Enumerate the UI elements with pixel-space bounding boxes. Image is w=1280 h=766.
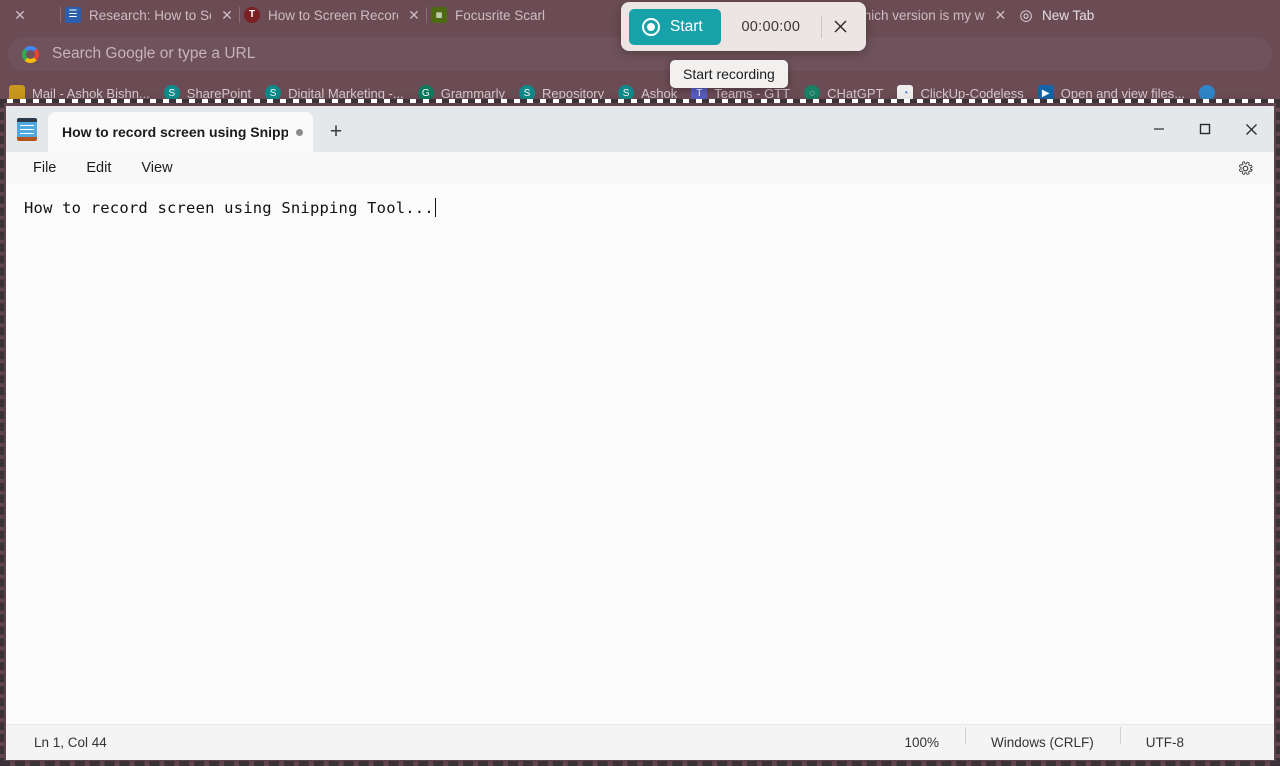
docs-icon: ☰: [65, 7, 81, 23]
start-button-label: Start: [670, 17, 703, 35]
notepad-status-bar: Ln 1, Col 44 100% Windows (CRLF) UTF-8: [6, 724, 1274, 760]
maximize-button[interactable]: [1182, 106, 1228, 152]
notepad-text-area[interactable]: How to record screen using Snipping Tool…: [6, 184, 1274, 725]
notepad-tab-title: How to record screen using Snippi: [62, 124, 288, 140]
menu-edit[interactable]: Edit: [73, 156, 124, 180]
text-caret: [434, 198, 437, 217]
start-recording-button[interactable]: Start: [629, 8, 721, 45]
window-controls: [1136, 106, 1274, 152]
tab-close-icon[interactable]: ✕: [993, 7, 1009, 23]
record-dot-icon: [642, 17, 660, 36]
status-cursor-position: Ln 1, Col 44: [34, 735, 107, 750]
browser-tab[interactable]: ✕: [0, 0, 60, 30]
status-right-group: 100% Windows (CRLF) UTF-8: [878, 727, 1274, 750]
gear-icon[interactable]: [1226, 152, 1264, 184]
notepad-title-bar: How to record screen using Snippi +: [6, 106, 1274, 152]
menu-view[interactable]: View: [128, 156, 185, 180]
notepad-window: How to record screen using Snippi + File…: [6, 106, 1274, 760]
tab-close-icon[interactable]: ✕: [12, 7, 28, 23]
snip-selection-border-top: [0, 99, 1280, 103]
minimize-button[interactable]: [1136, 106, 1182, 152]
chrome-icon: ◎: [1019, 7, 1033, 23]
tab-label: How to Screen Record: [268, 7, 398, 23]
browser-tab-new-tab[interactable]: ◎ New Tab: [1014, 0, 1152, 30]
notepad-icon: [6, 106, 48, 152]
browser-tab-screen-record[interactable]: T How to Screen Record ✕: [240, 0, 426, 30]
unsaved-indicator-icon: [296, 128, 303, 136]
notepad-tab-strip: How to record screen using Snippi +: [6, 106, 359, 152]
browser-tab-research[interactable]: ☰ Research: How to Scre ✕: [61, 0, 239, 30]
tab-label: New Tab: [1042, 7, 1095, 23]
status-encoding[interactable]: UTF-8: [1119, 727, 1274, 750]
notepad-document-tab[interactable]: How to record screen using Snippi: [48, 112, 313, 152]
menu-file[interactable]: File: [20, 156, 69, 180]
tab-label: Focusrite Scarl: [455, 7, 546, 23]
start-recording-tooltip: Start recording: [670, 60, 788, 88]
tab-close-icon[interactable]: ✕: [406, 7, 422, 23]
google-g-icon: [22, 45, 39, 63]
close-button[interactable]: [1228, 106, 1274, 152]
tool-icon: T: [244, 7, 260, 23]
snipping-tool-recording-bar: Start 00:00:00: [621, 2, 866, 51]
tab-label: Research: How to Scre: [89, 7, 211, 23]
address-bar-placeholder: Search Google or type a URL: [52, 45, 256, 62]
recording-timer: 00:00:00: [741, 18, 801, 35]
close-icon[interactable]: [822, 9, 858, 45]
notepad-menu-bar: File Edit View: [6, 152, 1274, 185]
notepad-new-tab-button[interactable]: +: [313, 112, 359, 152]
dotnet-icon: ▦: [431, 7, 447, 23]
tab-label: which version is my w: [854, 7, 985, 23]
status-zoom[interactable]: 100%: [878, 735, 965, 750]
browser-tab-focusrite[interactable]: ▦ Focusrite Scarl: [427, 0, 575, 30]
editor-line: How to record screen using Snipping Tool…: [24, 199, 434, 217]
status-line-ending[interactable]: Windows (CRLF): [964, 727, 1120, 750]
tab-close-icon[interactable]: ✕: [219, 7, 235, 23]
